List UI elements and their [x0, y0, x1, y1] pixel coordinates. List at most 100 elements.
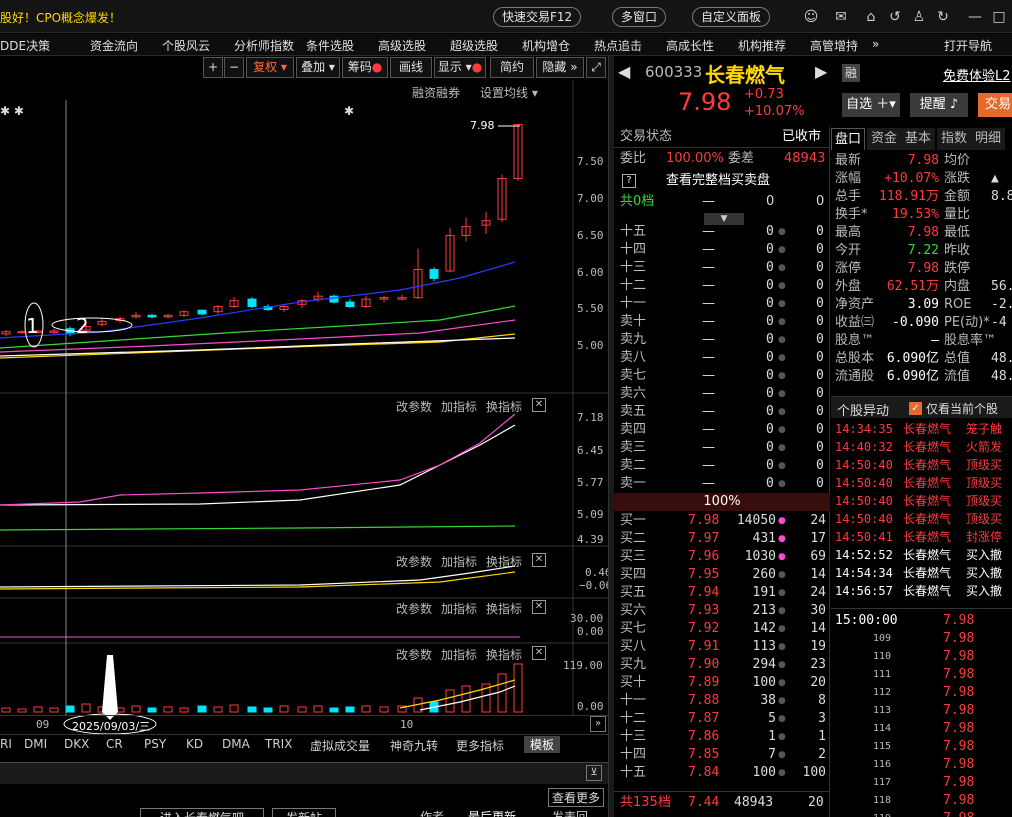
menu-advanced[interactable]: 高级选股 [378, 37, 426, 54]
prev-stock-icon[interactable]: ◀ [618, 62, 630, 81]
ask-price: — [702, 260, 715, 275]
enter-forum-button[interactable]: 进入长春燃气吧 [140, 808, 264, 817]
refresh-icon[interactable]: ↻ [934, 8, 952, 26]
setup-ma-dropdown[interactable]: 设置均线 ▾ [480, 84, 538, 101]
only-current-checkbox[interactable]: ✓ [909, 402, 922, 415]
menu-condition[interactable]: 条件选股 [306, 37, 354, 54]
draw-line-button[interactable]: 画线 [390, 57, 432, 78]
quick-trade-button[interactable]: 快速交易F12 [493, 7, 582, 27]
tab-kd[interactable]: KD [186, 737, 203, 751]
menu-super[interactable]: 超级选股 [450, 37, 498, 54]
sub4-params[interactable]: 改参数 [396, 646, 432, 663]
add-watchlist-button[interactable]: 自选 ＋▾ [842, 93, 900, 117]
sub4-close-icon[interactable]: ✕ [532, 646, 546, 660]
alert-button[interactable]: 提醒 ♪ [910, 93, 968, 117]
tab-cr[interactable]: CR [106, 737, 123, 751]
minimize-icon[interactable]: — [966, 8, 984, 26]
new-post-button[interactable]: 发新帖 [272, 808, 336, 817]
quote-tab[interactable]: 盘口 [831, 128, 865, 150]
alert-stock[interactable]: 长春燃气 [903, 456, 951, 474]
tab-trix[interactable]: TRIX [265, 737, 292, 751]
sub1-swap[interactable]: 换指标 [486, 398, 522, 415]
volume-bar [297, 706, 307, 713]
quote-tab[interactable]: 指数 [937, 128, 971, 150]
sub1-close-icon[interactable]: ✕ [532, 398, 546, 412]
chips-button[interactable]: 筹码● [342, 57, 388, 78]
tab-virtual-volume[interactable]: 虚拟成交量 [310, 737, 370, 754]
latest-col[interactable]: 最后更新 [468, 808, 516, 817]
sub2-swap[interactable]: 换指标 [486, 553, 522, 570]
zoom-out-button[interactable]: − [224, 57, 244, 78]
quote-tab[interactable]: 明细 [971, 128, 1005, 150]
view-more-button[interactable]: 查看更多 [548, 788, 605, 807]
tab-dkx[interactable]: DKX [64, 737, 89, 751]
next-stock-icon[interactable]: ▶ [815, 62, 827, 81]
menu-fund-flow[interactable]: 资金流向 [90, 37, 138, 54]
ask-price: — [702, 314, 715, 329]
tab-dmi[interactable]: DMI [24, 737, 47, 751]
alert-stock[interactable]: 长春燃气 [903, 420, 951, 438]
tab-dma[interactable]: DMA [222, 737, 250, 751]
free-trial-link[interactable]: 免费体验L2 [943, 65, 1011, 84]
menu-hot[interactable]: 热点追击 [594, 37, 642, 54]
sub4-add[interactable]: 加指标 [441, 646, 477, 663]
sub2-params[interactable]: 改参数 [396, 553, 432, 570]
menu-analyst[interactable]: 分析师指数 [234, 37, 294, 54]
sub3-swap[interactable]: 换指标 [486, 600, 522, 617]
tab-template[interactable]: 模板 [524, 736, 561, 753]
multi-window-button[interactable]: 多窗口 [612, 7, 667, 27]
quote-tab[interactable]: 基本 [901, 128, 935, 150]
collapse-icon[interactable]: ⊻ [586, 765, 602, 781]
custom-panel-button[interactable]: 自定义面板 [692, 7, 771, 27]
tab-ri[interactable]: RI [0, 737, 12, 751]
tab-magic-nine[interactable]: 神奇九转 [390, 737, 438, 754]
sub2-add[interactable]: 加指标 [441, 553, 477, 570]
alert-stock[interactable]: 长春燃气 [903, 546, 951, 564]
alert-stock[interactable]: 长春燃气 [903, 528, 951, 546]
alert-stock[interactable]: 长春燃气 [903, 582, 951, 600]
fullscreen-icon[interactable]: ⤢ [586, 57, 606, 78]
sub1-add[interactable]: 加指标 [441, 398, 477, 415]
overlay-dropdown[interactable]: 叠加 ▾ [296, 57, 340, 78]
sub4-swap[interactable]: 换指标 [486, 646, 522, 663]
tab-more-indicators[interactable]: 更多指标 [456, 737, 504, 754]
menu-stock-news[interactable]: 个股风云 [162, 37, 210, 54]
simple-button[interactable]: 简约 [490, 57, 534, 78]
sub3-close-icon[interactable]: ✕ [532, 600, 546, 614]
user-icon[interactable]: ☺ [802, 8, 820, 26]
zoom-in-button[interactable]: + [203, 57, 223, 78]
tab-psy[interactable]: PSY [144, 737, 166, 751]
news-ticker[interactable]: 股好！CPO概念爆发！ [0, 9, 121, 26]
rzrq-link[interactable]: 融资融券 [412, 84, 460, 101]
sub3-add[interactable]: 加指标 [441, 600, 477, 617]
home-icon[interactable]: ⌂ [862, 8, 880, 26]
trade-button[interactable]: 交易 [978, 93, 1012, 117]
menu-inst-add[interactable]: 机构增仓 [522, 37, 570, 54]
menu-more[interactable]: » [872, 37, 879, 51]
maximize-icon[interactable]: □ [990, 8, 1008, 26]
fuquan-dropdown[interactable]: 复权 ▾ [246, 57, 294, 78]
mail-icon[interactable]: ✉ [832, 8, 850, 26]
hide-button[interactable]: 隐藏 » [536, 57, 584, 78]
sub3-params[interactable]: 改参数 [396, 600, 432, 617]
menu-growth[interactable]: 高成长性 [666, 37, 714, 54]
ask-volume: 0 [766, 278, 774, 293]
menu-nav[interactable]: 打开导航 [944, 37, 992, 54]
menu-dde[interactable]: DDE决策 [0, 37, 50, 54]
display-dropdown[interactable]: 显示 ▾● [434, 57, 486, 78]
alert-stock[interactable]: 长春燃气 [903, 438, 951, 456]
alert-stock[interactable]: 长春燃气 [903, 564, 951, 582]
scroll-right-icon[interactable]: » [590, 716, 606, 732]
menu-exec[interactable]: 高管增持 [810, 37, 858, 54]
menu-inst-rec[interactable]: 机构推荐 [738, 37, 786, 54]
sub2-close-icon[interactable]: ✕ [532, 553, 546, 567]
back-icon[interactable]: ↺ [886, 8, 904, 26]
alert-stock[interactable]: 长春燃气 [903, 474, 951, 492]
help-icon[interactable]: ? [622, 174, 636, 188]
alert-stock[interactable]: 长春燃气 [903, 492, 951, 510]
shirt-icon[interactable]: ♙ [910, 8, 928, 26]
alert-stock[interactable]: 长春燃气 [903, 510, 951, 528]
sub1-params[interactable]: 改参数 [396, 398, 432, 415]
full-book-link[interactable]: 查看完整档买卖盘 [666, 172, 770, 190]
quote-tab[interactable]: 资金 [867, 128, 901, 150]
